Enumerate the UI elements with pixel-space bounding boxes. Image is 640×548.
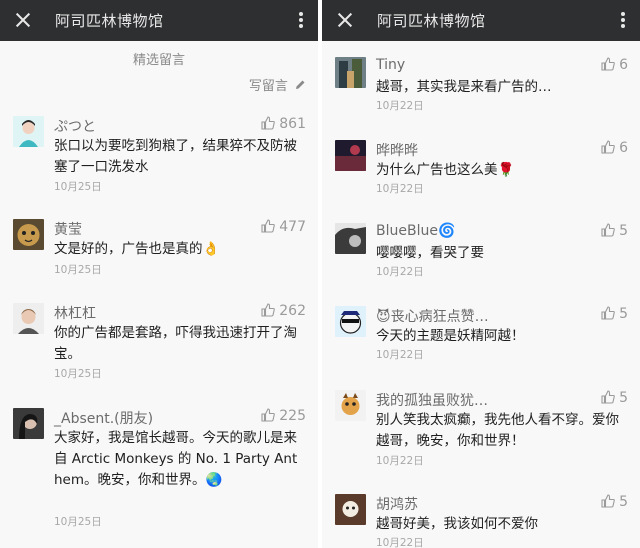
- thumbs-up-icon: [601, 57, 615, 71]
- like-button[interactable]: 5: [601, 494, 628, 510]
- thumbs-up-icon: [601, 140, 615, 154]
- comment-date: 10月22日: [376, 537, 424, 548]
- avatar[interactable]: [335, 223, 366, 254]
- commenter-name[interactable]: 胡鸿苏: [376, 494, 418, 514]
- avatar[interactable]: [335, 494, 366, 525]
- avatar[interactable]: [335, 306, 366, 337]
- thumbs-up-icon: [601, 494, 615, 508]
- avatar[interactable]: [335, 140, 366, 171]
- avatar[interactable]: [13, 408, 44, 439]
- comment-date: 10月25日: [54, 181, 102, 193]
- more-options-icon[interactable]: [620, 10, 626, 30]
- commenter-name[interactable]: 我的孤独虽败犹…: [376, 390, 488, 410]
- thumbs-up-icon: [261, 116, 276, 130]
- like-count: 5: [619, 390, 628, 406]
- comment-text-line: hem。晚安，你和世界。🌏: [54, 472, 223, 488]
- write-comment-label: 写留言: [248, 79, 288, 94]
- comment-date: 10月25日: [54, 516, 102, 528]
- avatar[interactable]: [13, 219, 44, 250]
- avatar[interactable]: [13, 303, 44, 334]
- comment-date: 10月22日: [376, 266, 424, 278]
- featured-comments-heading: 精选留言: [132, 53, 185, 68]
- like-button[interactable]: 861: [261, 116, 306, 132]
- comment-text: 你的广告都是套路，吓得我迅速打开了淘宝。: [54, 325, 297, 362]
- thumbs-up-icon: [261, 303, 276, 317]
- like-button[interactable]: 477: [261, 219, 306, 235]
- comment-text: 张口以为要吃到狗粮了，结果猝不及防被塞了一口洗发水: [54, 138, 297, 175]
- like-count: 225: [279, 408, 306, 424]
- like-count: 6: [619, 140, 628, 156]
- commenter-name[interactable]: Tiny: [376, 57, 405, 73]
- like-count: 477: [279, 219, 306, 235]
- comment-text-line: 自 Arctic Monkeys 的 No. 1 Party Ant: [54, 451, 298, 467]
- comment-date: 10月25日: [54, 368, 102, 380]
- like-count: 6: [619, 57, 628, 73]
- commenter-name[interactable]: 林杠杠: [54, 303, 96, 323]
- comment-text: 别人笑我太疯癫，我先他人看不穿。爱你越哥，晚安，你和世界！: [376, 412, 619, 449]
- commenter-name[interactable]: BlueBlue🌀: [376, 223, 455, 239]
- comment-text: 为什么广告也这么美🌹: [376, 162, 515, 178]
- avatar[interactable]: [13, 116, 44, 147]
- like-button[interactable]: 5: [601, 306, 628, 322]
- thumbs-up-icon: [261, 219, 276, 233]
- right-comment-page: 阿司匹林博物馆 Tiny 6 越哥，其实我是来看广告的… 10月22日 晔晔晔 …: [322, 0, 640, 548]
- commenter-name[interactable]: 😈丧心病狂点赞…: [376, 306, 489, 326]
- like-button[interactable]: 5: [601, 390, 628, 406]
- pencil-icon: [296, 80, 305, 89]
- like-count: 262: [279, 303, 306, 319]
- comment-date: 10月25日: [54, 264, 102, 276]
- like-count: 861: [279, 116, 306, 132]
- like-button[interactable]: 225: [261, 408, 306, 424]
- like-button[interactable]: 262: [261, 303, 306, 319]
- thumbs-up-icon: [601, 390, 615, 404]
- close-icon[interactable]: [14, 10, 32, 30]
- top-bar: 阿司匹林博物馆: [322, 0, 640, 41]
- account-title: 阿司匹林博物馆: [55, 12, 164, 30]
- comment-text-line: 大家好，我是馆长越哥。今天的歌儿是来: [54, 430, 297, 446]
- comment-text: 文是好的，广告也是真的👌: [54, 241, 220, 257]
- top-bar: 阿司匹林博物馆: [0, 0, 318, 41]
- like-count: 5: [619, 494, 628, 510]
- avatar[interactable]: [335, 57, 366, 88]
- comment-text: 嘤嘤嘤，看哭了要: [376, 245, 484, 261]
- comment-text: 今天的主题是妖精阿越！: [376, 328, 525, 344]
- thumbs-up-icon: [601, 223, 615, 237]
- avatar[interactable]: [335, 390, 366, 421]
- like-button[interactable]: 6: [601, 57, 628, 73]
- close-icon[interactable]: [336, 10, 354, 30]
- comment-date: 10月22日: [376, 100, 424, 112]
- commenter-name[interactable]: 黄莹: [54, 219, 82, 239]
- thumbs-up-icon: [601, 306, 615, 320]
- commenter-name[interactable]: ぷつと: [54, 116, 96, 136]
- comment-date: 10月22日: [376, 183, 424, 195]
- like-count: 5: [619, 223, 628, 239]
- thumbs-up-icon: [261, 408, 276, 422]
- comment-date: 10月22日: [376, 349, 424, 361]
- left-comment-page: 阿司匹林博物馆 精选留言 写留言 ぷつと 861 张口以为要吃到狗粮了，结果猝不…: [0, 0, 318, 548]
- commenter-name[interactable]: _Absent.(朋友): [54, 408, 153, 428]
- commenter-name[interactable]: 晔晔晔: [376, 140, 418, 160]
- comment-text: 大家好，我是馆长越哥。今天的歌儿是来 自 Arctic Monkeys 的 No…: [54, 428, 312, 491]
- account-title: 阿司匹林博物馆: [377, 12, 486, 30]
- more-options-icon[interactable]: [298, 10, 304, 30]
- like-count: 5: [619, 306, 628, 322]
- like-button[interactable]: 6: [601, 140, 628, 156]
- comment-text: 越哥好美，我该如何不爱你: [376, 516, 538, 532]
- like-button[interactable]: 5: [601, 223, 628, 239]
- write-comment-button[interactable]: 写留言: [249, 75, 306, 94]
- comment-text: 越哥，其实我是来看广告的…: [376, 79, 552, 95]
- comment-date: 10月22日: [376, 455, 424, 467]
